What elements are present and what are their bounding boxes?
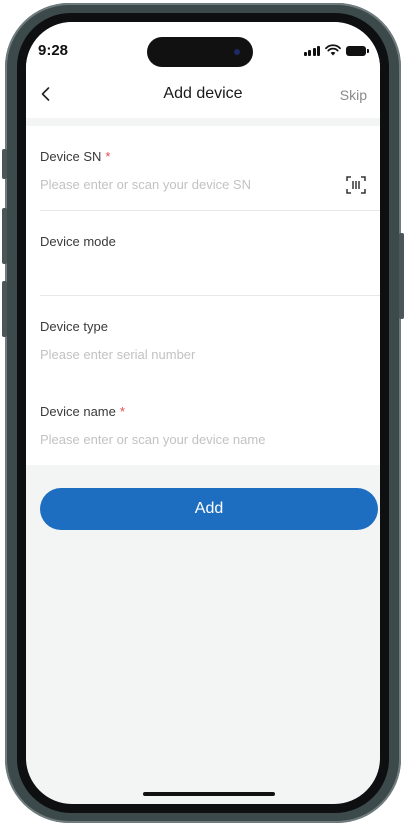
device-name-input[interactable] — [40, 428, 340, 450]
battery-icon — [346, 46, 369, 56]
navigation-bar: Add device Skip — [26, 78, 380, 110]
device-type-label: Device type — [40, 319, 108, 334]
power-button — [399, 233, 404, 319]
scan-icon[interactable] — [346, 176, 366, 194]
screen: 9:28 Add device Skip Device SN * Please … — [26, 22, 380, 804]
device-sn-label: Device SN * — [40, 149, 111, 164]
page-title: Add device — [163, 85, 243, 102]
skip-button[interactable]: Skip — [340, 87, 367, 103]
cellular-signal-icon — [303, 45, 320, 56]
device-sn-field: Device SN * — [26, 126, 380, 211]
camera-dot — [234, 49, 240, 55]
device-type-input[interactable] — [40, 343, 340, 365]
device-mode-label: Device mode — [40, 234, 116, 249]
device-sn-input[interactable] — [40, 173, 340, 195]
dynamic-island — [147, 37, 253, 67]
action-button — [2, 149, 7, 179]
volume-down-button — [2, 281, 7, 337]
add-button[interactable]: Add — [40, 488, 378, 530]
wifi-icon — [325, 44, 341, 56]
device-name-field: Device name * — [26, 381, 380, 465]
device-form: Device SN* Device mode Device type — [26, 126, 380, 465]
required-mark: * — [119, 404, 125, 419]
required-mark: * — [105, 149, 111, 164]
status-icons — [303, 44, 369, 56]
volume-up-button — [2, 208, 7, 264]
device-type-field: Device type — [26, 296, 380, 381]
device-mode-field: Device mode — [26, 211, 380, 296]
phone-bezel: 9:28 Add device Skip Device SN * Please … — [17, 13, 389, 813]
phone-frame: 9:28 Add device Skip Device SN * Please … — [2, 3, 404, 823]
home-indicator — [143, 792, 275, 796]
device-name-label: Device name * — [40, 404, 125, 419]
status-time: 9:28 — [38, 42, 69, 59]
